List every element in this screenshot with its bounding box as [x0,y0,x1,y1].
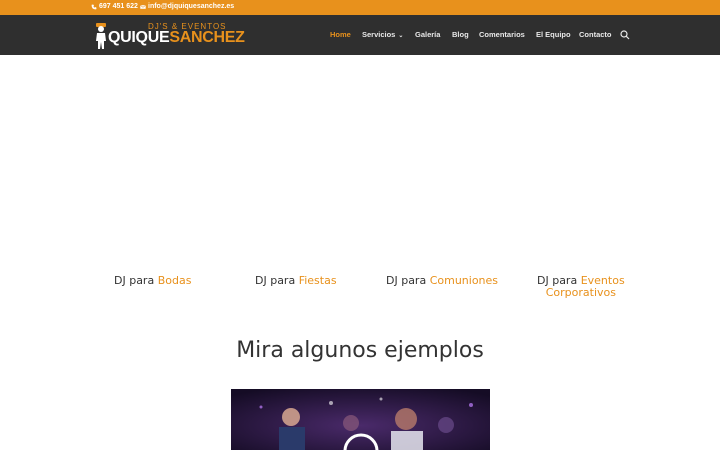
phone-contact[interactable]: 697 451 622 [91,2,138,12]
phone-icon [91,4,97,10]
phone-number: 697 451 622 [99,3,138,10]
logo-name-second: SANCHEZ [169,29,245,46]
service-accent-line2: Corporativos [545,286,616,299]
site-logo[interactable]: DJ'S & EVENTOS QUIQUESANCHEZ [94,20,245,52]
video-scene [231,389,490,450]
nav-item-comentarios[interactable]: Comentarios [479,30,525,42]
video-thumbnail[interactable] [231,389,490,450]
service-comuniones[interactable]: DJ para Comuniones [386,275,498,287]
chevron-down-icon: ⌄ [398,33,404,39]
nav-item-home[interactable]: Home [330,30,351,42]
dj-figure-icon [96,23,106,49]
service-accent: Bodas [157,274,192,287]
service-accent: Fiestas [298,274,337,287]
service-prefix: DJ para [114,274,155,287]
envelope-icon [140,4,146,9]
top-contact-bar: 697 451 622 info@djquiquesanchez.es [0,0,720,15]
section-title: Mira algunos ejemplos [236,338,484,363]
service-prefix: DJ para [386,274,427,287]
logo-wordmark: QUIQUESANCHEZ [108,29,245,47]
nav-item-blog[interactable]: Blog [452,30,469,42]
nav-item-servicios[interactable]: Servicios ⌄ [362,30,403,42]
search-icon[interactable] [620,30,630,40]
service-eventos-corporativos[interactable]: DJ para Eventos Corporativos [537,275,625,299]
service-accent: Comuniones [429,274,499,287]
logo-name-first: QUIQUE [108,29,170,46]
service-fiestas[interactable]: DJ para Fiestas [255,275,337,287]
nav-item-el-equipo[interactable]: El Equipo [536,30,571,42]
service-bodas[interactable]: DJ para Bodas [114,275,191,287]
service-prefix: DJ para [255,274,296,287]
nav-item-contacto[interactable]: Contacto [579,30,612,42]
nav-item-galeria[interactable]: Galería [415,30,440,42]
nav-item-label: Servicios [362,30,396,39]
email-address: info@djquiquesanchez.es [148,3,235,10]
email-contact[interactable]: info@djquiquesanchez.es [140,2,234,12]
